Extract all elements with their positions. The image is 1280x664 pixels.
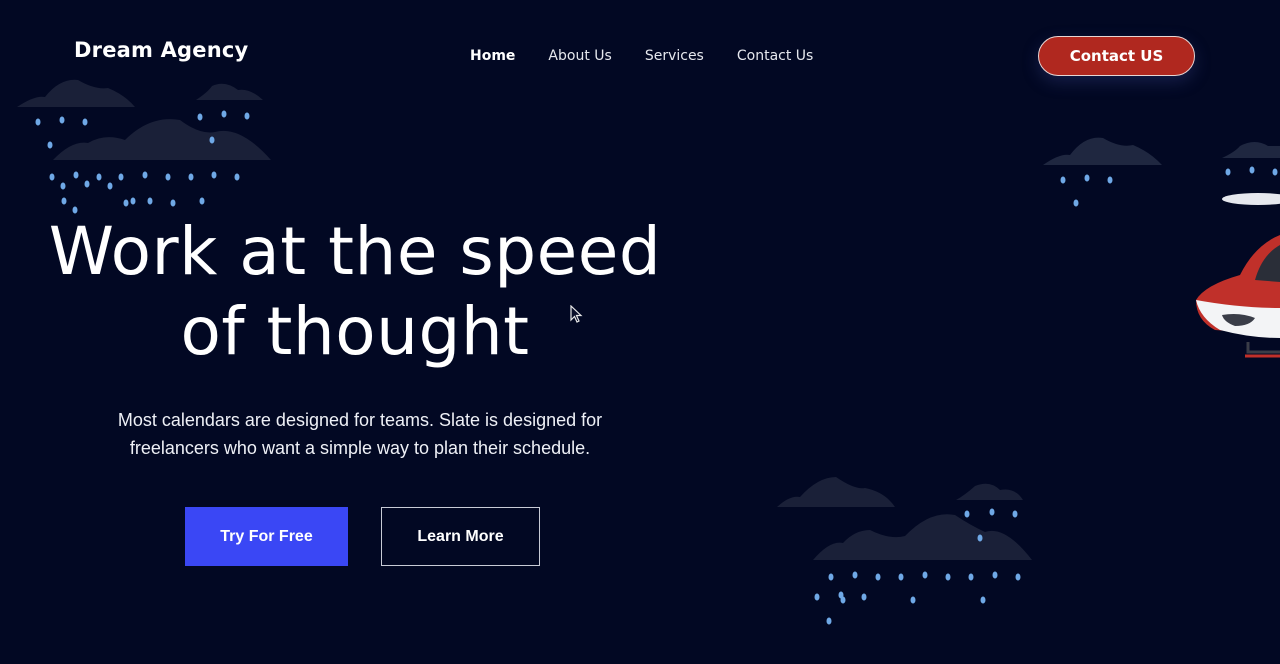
hero-title-line1: Work at the speed <box>48 213 662 290</box>
hero-subtitle-line1: Most calendars are designed for teams. S… <box>117 410 603 430</box>
cursor-icon <box>570 305 583 323</box>
cloud-icon <box>17 79 271 160</box>
raindrop-icon <box>35 110 250 214</box>
try-for-free-button[interactable]: Try For Free <box>185 507 348 566</box>
helicopter-icon <box>1196 193 1280 358</box>
hero-subtitle-line2: freelancers who want a simple way to pla… <box>129 438 591 458</box>
contact-us-button[interactable]: Contact US <box>1038 36 1195 76</box>
main-nav: Home About Us Services Contact Us <box>470 48 846 64</box>
learn-more-button[interactable]: Learn More <box>381 507 540 566</box>
brand-logo[interactable]: Dream Agency <box>74 38 248 62</box>
hero-subtitle: Most calendars are designed for teams. S… <box>60 406 660 462</box>
hero-title-line2: of thought <box>180 293 530 370</box>
cloud-icon <box>777 477 1032 560</box>
nav-item-home[interactable]: Home <box>470 48 515 64</box>
nav-item-contact-us[interactable]: Contact Us <box>737 48 813 64</box>
nav-item-about-us[interactable]: About Us <box>548 48 611 64</box>
nav-item-services[interactable]: Services <box>645 48 704 64</box>
hero-title: Work at the speed of thought <box>0 212 710 372</box>
cloud-icon <box>1043 137 1280 165</box>
